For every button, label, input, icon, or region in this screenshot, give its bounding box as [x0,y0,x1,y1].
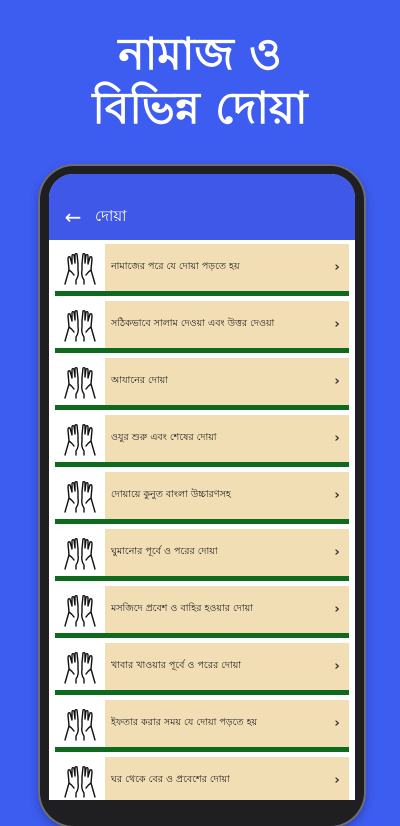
list-item-label: ওযুর শুরু এবং শেষের দোয়া [111,432,217,443]
praying-hands-icon [55,700,105,747]
praying-hands-icon [55,244,105,291]
promo-title-line1: নামাজ ও [118,29,282,80]
arrow-left-icon: ← [64,205,82,229]
chevron-right-icon: › [334,545,340,560]
promo-title-line2: বিভিন্ন দোয়া [92,83,308,134]
back-button[interactable]: ← [53,197,93,237]
chevron-right-icon: › [334,431,340,446]
list-item[interactable]: খাবার খাওয়ার পূর্বে ও পরের দোয়া › [55,643,349,695]
list-item[interactable]: সঠিকভাবে সালাম দেওয়া এবং উত্তর দেওয়া › [55,301,349,353]
praying-hands-icon [55,472,105,519]
chevron-right-icon: › [334,374,340,389]
list-item-label: নামাজের পরে যে দোয়া পড়তে হয় [111,261,240,272]
list-item[interactable]: নামাজের পরে যে দোয়া পড়তে হয় › [55,244,349,296]
praying-hands-icon [55,643,105,690]
chevron-right-icon: › [334,659,340,674]
praying-hands-icon [55,358,105,405]
chevron-right-icon: › [334,488,340,503]
list-item-label: ঘর থেকে বের ও প্রবেশের দোয়া [111,774,230,785]
chevron-right-icon: › [334,716,340,731]
dua-list: নামাজের পরে যে দোয়া পড়তে হয় › সঠিকভাব… [49,240,355,800]
list-item-label: দোয়ায়ে কুনুত বাংলা উচ্চারণসহ [111,489,231,500]
list-item[interactable]: ওযুর শুরু এবং শেষের দোয়া › [55,415,349,467]
phone-screen: ← দোয়া নামাজের পরে যে দোয়া পড়তে হয় › [49,174,355,800]
praying-hands-icon [55,415,105,462]
list-item[interactable]: ইফতার করার সময় যে দোয়া পড়তে হয় › [55,700,349,752]
list-item[interactable]: আযানের দোয়া › [55,358,349,410]
chevron-right-icon: › [334,260,340,275]
list-item-label: খাবার খাওয়ার পূর্বে ও পরের দোয়া [111,660,242,671]
praying-hands-icon [55,586,105,633]
app-bar-title: দোয়া [95,206,127,225]
list-item[interactable]: ঘুমানোর পূর্বে ও পরের দোয়া › [55,529,349,581]
list-item-label: ইফতার করার সময় যে দোয়া পড়তে হয় [111,717,258,728]
praying-hands-icon [55,301,105,348]
list-item-label: সঠিকভাবে সালাম দেওয়া এবং উত্তর দেওয়া [111,318,275,329]
praying-hands-icon [55,757,105,800]
chevron-right-icon: › [334,317,340,332]
list-item[interactable]: দোয়ায়ে কুনুত বাংলা উচ্চারণসহ › [55,472,349,524]
list-item-label: আযানের দোয়া [111,375,168,386]
chevron-right-icon: › [334,773,340,788]
chevron-right-icon: › [334,602,340,617]
promo-title: নামাজ ও বিভিন্ন দোয়া [0,28,400,136]
list-item-label: ঘুমানোর পূর্বে ও পরের দোয়া [111,546,218,557]
praying-hands-icon [55,529,105,576]
list-item-label: মসজিদে প্রবেশ ও বাহির হওয়ার দোয়া [111,603,253,614]
list-item[interactable]: মসজিদে প্রবেশ ও বাহির হওয়ার দোয়া › [55,586,349,638]
list-item[interactable]: ঘর থেকে বের ও প্রবেশের দোয়া › [55,757,349,800]
app-bar: ← দোয়া [49,174,355,240]
